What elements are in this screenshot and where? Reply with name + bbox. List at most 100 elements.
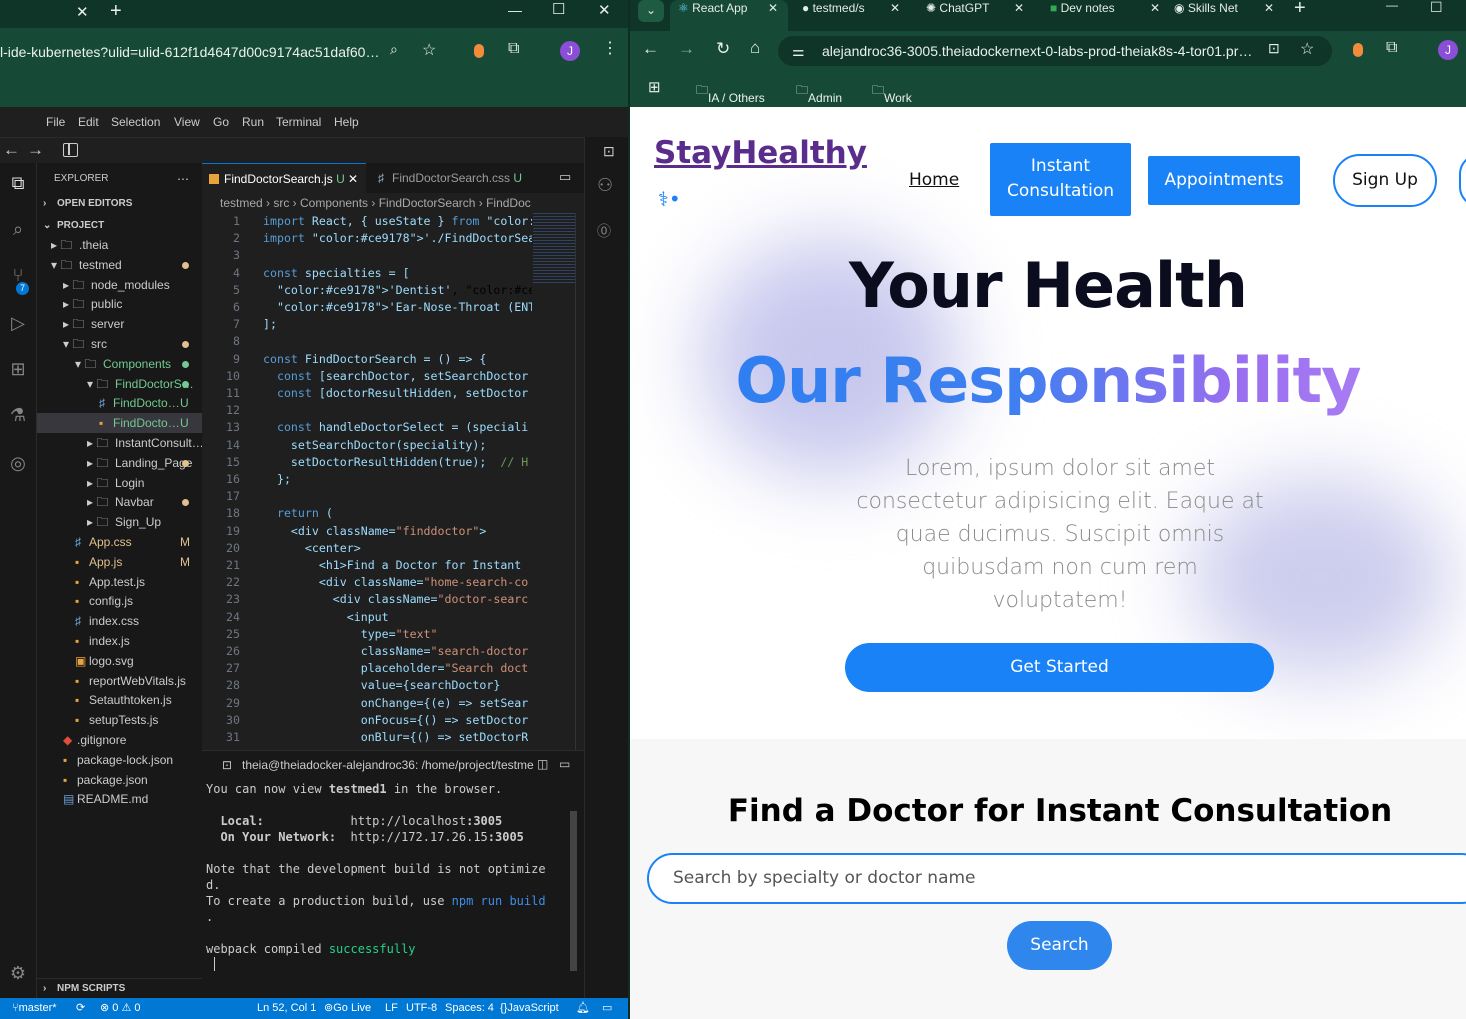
maximize-icon[interactable]: ☐: [1430, 0, 1443, 16]
extension-icon[interactable]: [1353, 43, 1363, 57]
split-editor-icon[interactable]: ▭: [559, 169, 571, 185]
tab-finddoctorsearch-js[interactable]: FindDoctorSearch.js U ✕: [202, 163, 366, 193]
nav-home-link[interactable]: Home: [909, 170, 959, 190]
menu-file[interactable]: File: [46, 115, 65, 129]
code-line[interactable]: 28 value={searchDoctor}: [202, 677, 532, 694]
forward-arrow-icon[interactable]: →: [27, 140, 44, 160]
tree-item-package-json[interactable]: ▪ package.json: [37, 770, 202, 790]
editor-scrollbar[interactable]: [575, 213, 584, 750]
apps-grid-icon[interactable]: ⊞: [648, 78, 661, 96]
nav-signup-button[interactable]: Sign Up: [1333, 154, 1437, 207]
tree-item-logo-svg[interactable]: ▣ logo.svg: [37, 651, 202, 671]
encoding-indicator[interactable]: UTF-8: [406, 998, 437, 1019]
tree-item-server[interactable]: ▸ 🗀︎ server: [37, 314, 202, 334]
menu-terminal[interactable]: Terminal: [276, 115, 321, 129]
eol-indicator[interactable]: LF: [385, 998, 398, 1019]
menu-dots-icon[interactable]: ⋮: [602, 38, 618, 58]
code-line[interactable]: 11 const [doctorResultHidden, setDoctor: [202, 385, 532, 402]
code-line[interactable]: 4 const specialties = [: [202, 265, 532, 282]
code-line[interactable]: 1 import React, { useState } from "color:…: [202, 213, 532, 230]
tree-item-app-test-js[interactable]: ▪ App.test.js: [37, 572, 202, 592]
tree-item-finddocto[interactable]: ▪ FindDocto… U: [37, 413, 202, 434]
tab-dev-notes[interactable]: ■ Dev notes ✕: [1050, 0, 1160, 31]
forward-icon[interactable]: →: [678, 39, 695, 59]
tree-item-index-js[interactable]: ▪ index.js: [37, 631, 202, 651]
code-line[interactable]: 25 type="text": [202, 626, 532, 643]
sync-icon[interactable]: ⟳: [76, 998, 85, 1019]
code-line[interactable]: 19 <div className="finddoctor">: [202, 523, 532, 540]
close-tab-icon[interactable]: ✕: [348, 164, 358, 194]
search-button[interactable]: Search: [1007, 921, 1112, 970]
url-field[interactable]: ⚌ alejandroc36-3005.theiadockernext-0-la…: [778, 36, 1332, 66]
tab-finddoctorsearch-css[interactable]: ♯ FindDoctorSearch.css U: [370, 163, 538, 193]
code-line[interactable]: 7];: [202, 316, 532, 333]
tree-item-index-css[interactable]: ♯ index.css: [37, 611, 202, 631]
bookmark-star-icon[interactable]: ☆: [1300, 39, 1314, 59]
code-line[interactable]: 31 onBlur={() => setDoctorR: [202, 729, 532, 746]
minimize-icon[interactable]: —: [1386, 0, 1398, 12]
left-address-bar[interactable]: l-ide-kubernetes?ulid=ulid-612f1d4647d00…: [0, 28, 628, 107]
code-line[interactable]: 13 const handleDoctorSelect = (speciali: [202, 419, 532, 436]
memory-inspector-icon[interactable]: ⓪: [597, 221, 611, 241]
tree-item-navbar[interactable]: ▸ 🗀︎ Navbar: [37, 492, 202, 512]
maximize-icon[interactable]: ☐: [552, 0, 565, 18]
toggle-panel-icon[interactable]: ⊡: [603, 143, 615, 160]
npm-scripts-section[interactable]: › NPM SCRIPTS: [37, 978, 202, 998]
nav-instant-consultation-button[interactable]: Instant Consultation: [990, 143, 1131, 216]
language-indicator[interactable]: {} JavaScript: [500, 998, 559, 1019]
go-live-button[interactable]: ⊚ Go Live: [324, 998, 371, 1019]
tab-search-icon[interactable]: ⌄: [638, 0, 664, 22]
tree-item-finddocto[interactable]: ♯ FindDocto… U: [37, 393, 202, 413]
open-editors-section[interactable]: › OPEN EDITORS: [37, 194, 202, 214]
code-line[interactable]: 29 onChange={(e) => setSear: [202, 695, 532, 712]
code-line[interactable]: 23 <div className="doctor-searc: [202, 591, 532, 608]
search-icon[interactable]: ⌕: [6, 219, 30, 243]
breadcrumb[interactable]: testmed › src › Components › FindDoctorS…: [202, 193, 584, 213]
tree-item-package-lock-json[interactable]: ▪ package-lock.json: [37, 750, 202, 770]
code-line[interactable]: 20 <center>: [202, 540, 532, 557]
left-url-text[interactable]: l-ide-kubernetes?ulid=ulid-612f1d4647d00…: [0, 44, 379, 60]
code-line[interactable]: 2 import "color:#ce9178">'./FindDoctorSea…: [202, 230, 532, 247]
tree-item-readme-md[interactable]: ▤ README.md: [37, 789, 202, 809]
code-line[interactable]: 16 };: [202, 471, 532, 488]
minimap[interactable]: [533, 213, 575, 333]
code-line[interactable]: 6 "color:#ce9178">'Ear-Nose-Throat (ENT)…: [202, 299, 532, 316]
tree-item-node-modules[interactable]: ▸ 🗀︎ node_modules: [37, 275, 202, 295]
puzzle-icon[interactable]: ⧉: [508, 40, 519, 58]
menu-view[interactable]: View: [174, 115, 200, 129]
toggle-sidebar-icon[interactable]: [63, 143, 78, 157]
tree-item-reportwebvitals-js[interactable]: ▪ reportWebVitals.js: [37, 671, 202, 691]
minimize-icon[interactable]: —: [508, 2, 522, 18]
nav-appointments-button[interactable]: Appointments: [1148, 156, 1300, 205]
tab-skills-network[interactable]: ◉ Skills Net ✕: [1174, 0, 1284, 31]
code-line[interactable]: 14 setSearchDoctor(speciality);: [202, 437, 532, 454]
tree-item-gitignore[interactable]: ◆ .gitignore: [37, 730, 202, 750]
menu-run[interactable]: Run: [242, 115, 264, 129]
menu-edit[interactable]: Edit: [78, 115, 99, 129]
cursor-position[interactable]: Ln 52, Col 1: [257, 998, 316, 1019]
zoom-icon[interactable]: ⌕: [390, 41, 398, 58]
menu-selection[interactable]: Selection: [111, 115, 160, 129]
code-area[interactable]: 1 import React, { useState } from "color:…: [202, 213, 584, 750]
maximize-panel-icon[interactable]: ▭: [559, 757, 570, 771]
close-tab-icon[interactable]: ✕: [76, 3, 89, 21]
tree-item-app-css[interactable]: ♯ App.css M: [37, 532, 202, 552]
testing-icon[interactable]: ⚗: [6, 405, 30, 429]
bookmark-star-icon[interactable]: ☆: [422, 40, 436, 60]
nav-login-button[interactable]: [1459, 154, 1466, 207]
tab-github[interactable]: ● testmed/s ✕: [802, 0, 912, 31]
tree-item-setauthtoken-js[interactable]: ▪ Setauthtoken.js: [37, 690, 202, 710]
close-window-icon[interactable]: ✕: [598, 1, 611, 19]
tree-item-public[interactable]: ▸ 🗀︎ public: [37, 294, 202, 314]
layout-icon[interactable]: ▭: [602, 998, 612, 1019]
terminal-output[interactable]: You can now view testmed1 in the browser…: [206, 781, 578, 975]
home-icon[interactable]: ⌂: [750, 38, 760, 58]
tree-item-app-js[interactable]: ▪ App.js M: [37, 552, 202, 572]
tree-item-sign-up[interactable]: ▸ 🗀︎ Sign_Up: [37, 512, 202, 532]
tree-item-instantconsult[interactable]: ▸ 🗀︎ InstantConsult…: [37, 433, 204, 453]
terminal-title[interactable]: ⊡ theia@theiadocker-alejandroc36: /home/p…: [202, 751, 584, 779]
tree-item-testmed[interactable]: ▾ 🗀︎ testmed: [37, 255, 202, 275]
code-line[interactable]: 22 <div className="home-search-co: [202, 574, 532, 591]
menu-go[interactable]: Go: [213, 115, 229, 129]
profile-avatar[interactable]: J: [1438, 40, 1458, 60]
